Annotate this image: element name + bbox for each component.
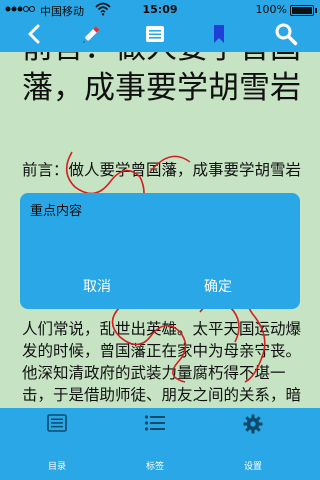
settings-gear-icon — [200, 414, 306, 434]
notes-list-icon — [145, 25, 165, 47]
tab-settings[interactable]: 设置 — [200, 408, 306, 480]
tab-catalog[interactable]: 目录 — [4, 408, 110, 480]
pen-button[interactable] — [71, 20, 111, 52]
tab-settings-label: 设置 — [243, 462, 262, 472]
battery-percentage: 100% — [255, 3, 287, 16]
back-chevron-icon — [27, 24, 41, 48]
status-bar: 中国移动 15:09 100% — [0, 0, 320, 20]
search-icon — [274, 22, 298, 50]
back-button[interactable] — [14, 20, 54, 52]
pen-icon — [81, 24, 101, 48]
bookmark-icon — [213, 24, 225, 48]
bookmark-button[interactable] — [199, 20, 239, 52]
catalog-icon — [4, 414, 110, 432]
tab-tags-label: 标签 — [145, 462, 164, 472]
dialog-title: 重点内容 — [30, 204, 83, 219]
notes-button[interactable] — [135, 20, 175, 52]
confirm-button[interactable]: 确定 — [204, 276, 232, 296]
battery-icon — [290, 5, 317, 16]
tab-catalog-label: 目录 — [47, 462, 66, 472]
cancel-button[interactable]: 取消 — [83, 276, 111, 296]
toolbar — [0, 20, 320, 52]
tab-bar: 目录 标签 设置 — [0, 408, 320, 480]
tab-tags[interactable]: 标签 — [102, 408, 208, 480]
search-button[interactable] — [266, 20, 306, 52]
tags-icon — [102, 414, 208, 432]
highlight-dialog: 重点内容 取消 确定 — [20, 193, 300, 309]
